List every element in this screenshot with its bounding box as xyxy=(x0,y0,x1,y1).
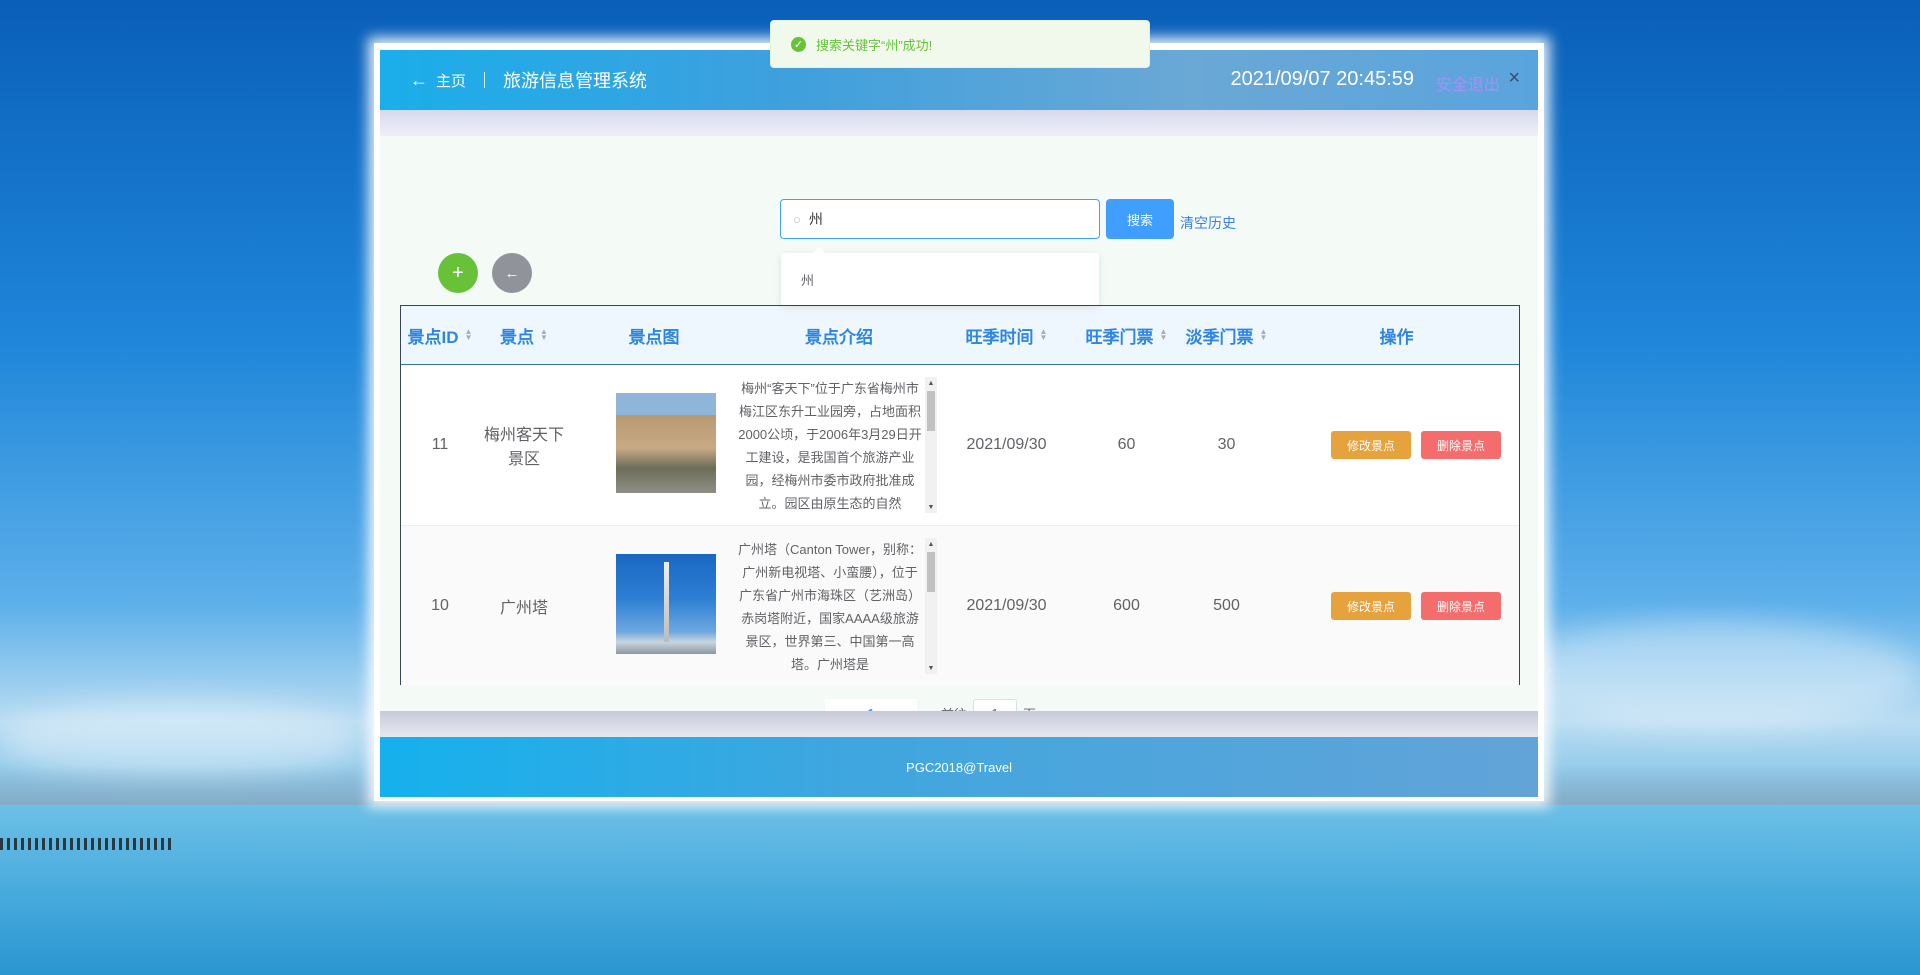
attraction-image xyxy=(616,554,716,654)
search-button[interactable]: 搜索 xyxy=(1106,199,1174,239)
return-button[interactable]: ← xyxy=(492,253,532,293)
sort-caret-icon[interactable]: ▲ ▼ xyxy=(540,328,548,342)
plus-icon: + xyxy=(452,261,464,284)
cell-name: 广州塔 xyxy=(499,600,548,617)
scrollbar-thumb[interactable] xyxy=(927,391,935,431)
column-header-peak-time[interactable]: 旺季时间 ▲ ▼ xyxy=(939,306,1074,364)
column-header-image: 景点图 xyxy=(569,306,739,364)
column-header-intro: 景点介绍 xyxy=(739,306,939,364)
header-divider xyxy=(484,72,486,88)
scrollbar-thumb[interactable] xyxy=(927,552,935,592)
edit-attraction-button[interactable]: 修改景点 xyxy=(1331,431,1411,459)
cell-peak-price: 600 xyxy=(1113,597,1140,614)
check-circle-icon: ✓ xyxy=(791,36,806,52)
sort-caret-icon[interactable]: ▲ ▼ xyxy=(1160,328,1168,342)
table-header: 景点ID ▲ ▼ 景点 ▲ ▼ 景点图 景点介绍 旺季时间 ▲ ▼ 旺季门票 ▲… xyxy=(401,306,1519,365)
close-icon[interactable]: × xyxy=(1508,67,1520,90)
cell-intro-text: 梅州“客天下”位于广东省梅州市梅江区东升工业园旁，占地面积2000公顷，于200… xyxy=(738,381,922,511)
search-field[interactable]: ○ xyxy=(780,199,1100,239)
scroll-down-icon[interactable]: ▼ xyxy=(925,662,937,674)
search-input[interactable] xyxy=(806,210,1071,228)
background-cloud xyxy=(1500,620,1920,730)
datetime-display: 2021/09/07 20:45:59 xyxy=(1230,68,1414,90)
scroll-up-icon[interactable]: ▲ xyxy=(925,538,937,550)
column-header-peak-price[interactable]: 旺季门票 ▲ ▼ xyxy=(1074,306,1179,364)
attraction-image xyxy=(616,393,716,493)
column-header-name[interactable]: 景点 ▲ ▼ xyxy=(479,306,569,364)
arrow-left-icon: ← xyxy=(504,264,520,282)
column-header-label: 旺季门票 xyxy=(1085,327,1154,347)
column-header-label: 旺季时间 xyxy=(965,327,1034,347)
app-window: ← 主页 旅游信息管理系统 2021/09/07 20:45:59 安全退出 ×… xyxy=(374,43,1544,801)
sort-caret-icon[interactable]: ▲ ▼ xyxy=(1040,328,1048,342)
scrollbar[interactable]: ▲ ▼ xyxy=(925,377,937,513)
delete-attraction-button[interactable]: 删除景点 xyxy=(1421,592,1501,620)
search-suggestion-dropdown: 州 xyxy=(781,247,1099,305)
cell-id: 11 xyxy=(431,436,449,453)
cell-intro-text: 广州塔（Canton Tower，别称：广州新电视塔、小蛮腰），位于广东省广州市… xyxy=(738,542,922,672)
column-header-label: 景点图 xyxy=(628,327,680,347)
cell-id: 10 xyxy=(431,597,449,614)
tower-shape xyxy=(664,562,669,642)
scroll-down-icon[interactable]: ▼ xyxy=(925,501,937,513)
sort-caret-icon[interactable]: ▲ ▼ xyxy=(465,328,473,342)
cell-off-price: 500 xyxy=(1213,597,1240,614)
column-header-label: 景点介绍 xyxy=(805,327,873,347)
column-header-label: 淡季门票 xyxy=(1185,327,1254,347)
column-header-label: 景点 xyxy=(500,327,535,347)
background-lake xyxy=(0,805,1920,975)
suggestion-item[interactable]: 州 xyxy=(801,270,814,289)
logout-link[interactable]: 安全退出 xyxy=(1436,71,1500,95)
column-header-off-price[interactable]: 淡季门票 ▲ ▼ xyxy=(1179,306,1274,364)
attractions-table: 景点ID ▲ ▼ 景点 ▲ ▼ 景点图 景点介绍 旺季时间 ▲ ▼ 旺季门票 ▲… xyxy=(400,305,1520,686)
main-content: ○ 搜索 清空历史 州 + ← 景点ID ▲▼ 景点 ▲▼ 景点图 xyxy=(380,136,1538,727)
scroll-up-icon[interactable]: ▲ xyxy=(925,377,937,389)
cell-peak-time: 2021/09/30 xyxy=(966,436,1047,453)
cell-peak-price: 60 xyxy=(1117,436,1136,453)
toast-message: 搜索关键字“州”成功! xyxy=(816,37,933,53)
background-pier xyxy=(0,838,175,850)
footer-shadow-band xyxy=(380,711,1538,737)
cell-intro-scrollbox[interactable]: 广州塔（Canton Tower，别称：广州新电视塔、小蛮腰），位于广东省广州市… xyxy=(737,538,937,674)
app-footer: PGC2018@Travel xyxy=(380,737,1538,797)
table-row: 11 梅州客天下景区 梅州“客天下”位于广东省梅州市梅江区东升工业园旁，占地面积… xyxy=(401,365,1519,525)
cell-peak-time: 2021/09/30 xyxy=(966,597,1047,614)
header-shadow-band xyxy=(380,110,1538,136)
table-row: 10 广州塔 广州塔（Canton Tower，别称：广州新电视塔、小蛮腰），位… xyxy=(401,525,1519,686)
column-header-label: 景点ID xyxy=(407,327,459,347)
home-link[interactable]: ← 主页 xyxy=(410,70,466,91)
column-header-id[interactable]: 景点ID ▲ ▼ xyxy=(401,306,479,364)
success-toast: ✓ 搜索关键字“州”成功! xyxy=(770,20,1150,68)
delete-attraction-button[interactable]: 删除景点 xyxy=(1421,431,1501,459)
page-title: 旅游信息管理系统 xyxy=(503,71,648,91)
scrollbar[interactable]: ▲ ▼ xyxy=(925,538,937,674)
dropdown-arrow xyxy=(813,247,825,253)
search-icon: ○ xyxy=(793,211,801,227)
arrow-left-icon: ← xyxy=(410,69,428,90)
footer-text: PGC2018@Travel xyxy=(906,759,1012,775)
cell-name: 梅州客天下景区 xyxy=(483,427,564,468)
add-attraction-button[interactable]: + xyxy=(438,253,478,293)
clear-history-link[interactable]: 清空历史 xyxy=(1180,213,1236,233)
cell-off-price: 30 xyxy=(1217,436,1236,453)
column-header-label: 操作 xyxy=(1379,327,1414,347)
cell-intro-scrollbox[interactable]: 梅州“客天下”位于广东省梅州市梅江区东升工业园旁，占地面积2000公顷，于200… xyxy=(737,377,937,513)
home-link-label: 主页 xyxy=(436,72,467,90)
column-header-actions: 操作 xyxy=(1274,306,1519,364)
edit-attraction-button[interactable]: 修改景点 xyxy=(1331,592,1411,620)
sort-caret-icon[interactable]: ▲ ▼ xyxy=(1260,328,1268,342)
